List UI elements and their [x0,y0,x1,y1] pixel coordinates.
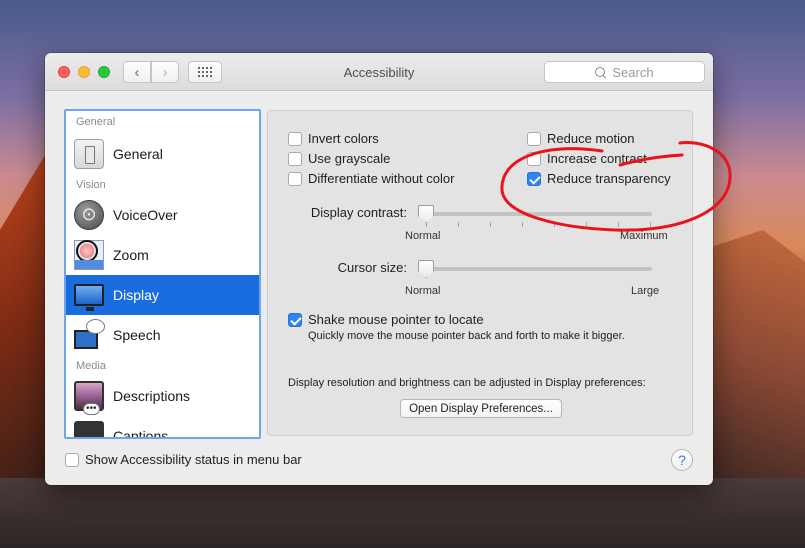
sidebar-item-zoom[interactable]: Zoom [66,235,259,275]
slider-tick [490,222,491,227]
sidebar-item-speech[interactable]: Speech [66,315,259,355]
checkbox-label: Reduce motion [547,131,635,146]
descriptions-icon [74,381,104,415]
sidebar-item-general[interactable]: General [66,134,259,174]
slider-tick [586,222,587,227]
sidebar-item-label: Zoom [113,247,149,263]
use-grayscale-checkbox[interactable]: Use grayscale [288,151,390,166]
help-icon: ? [678,452,686,468]
sidebar-item-label: Captions [113,428,169,439]
open-display-preferences-button[interactable]: Open Display Preferences... [400,399,562,418]
checkbox-label: Use grayscale [308,151,391,166]
checkbox-box[interactable] [288,151,302,166]
display-contrast-thumb[interactable] [418,205,434,223]
differentiate-without-color-checkbox[interactable]: Differentiate without color [288,171,454,186]
checkbox-box[interactable] [288,171,302,186]
checkbox-box[interactable] [527,171,541,186]
sidebar-header-vision: Vision [76,179,106,191]
checkbox-label: Invert colors [308,131,379,146]
invert-colors-checkbox[interactable]: Invert colors [288,131,379,146]
reduce-motion-checkbox[interactable]: Reduce motion [527,131,634,146]
sidebar-item-label: Descriptions [113,388,191,404]
cursor-size-label: Cursor size: [337,260,407,275]
sidebar-header-general: General [76,116,116,128]
title-bar: ‹ › Accessibility Search [45,53,713,91]
cursor-size-max-label: Large [631,285,660,297]
display-contrast-min-label: Normal [405,230,441,242]
sidebar-item-display[interactable]: Display [66,275,259,315]
slider-tick [458,222,459,227]
sidebar-header-media: Media [76,360,106,372]
search-placeholder: Search [612,64,654,80]
slider-tick [650,222,651,227]
checkbox-box[interactable] [65,452,79,467]
increase-contrast-checkbox[interactable]: Increase contrast [527,151,647,166]
cursor-size-min-label: Normal [405,285,441,297]
show-status-menu-bar-checkbox[interactable]: Show Accessibility status in menu bar [65,452,302,467]
voiceover-icon [74,200,104,230]
accessibility-window: ‹ › Accessibility Search General General… [45,53,713,485]
general-icon [74,139,104,169]
display-contrast-track[interactable] [420,212,652,216]
cursor-size-track[interactable] [420,267,652,271]
display-contrast-max-label: Maximum [620,230,668,242]
checkbox-label: Increase contrast [547,151,647,166]
captions-icon [74,421,104,437]
shake-pointer-description: Quickly move the mouse pointer back and … [308,330,625,342]
display-settings-panel: Invert colors Use grayscale Differentiat… [267,110,693,436]
checkbox-box[interactable] [288,131,302,146]
slider-tick [554,222,555,227]
checkbox-box[interactable] [288,312,302,327]
category-sidebar[interactable]: General General Vision VoiceOver Zoom Di… [64,109,261,439]
zoom-icon [74,240,104,270]
search-field[interactable]: Search [544,61,705,83]
checkbox-box[interactable] [527,151,541,166]
shake-pointer-checkbox[interactable]: Shake mouse pointer to locate [288,312,484,327]
checkbox-label: Show Accessibility status in menu bar [85,452,302,467]
display-contrast-label: Display contrast: [310,205,407,220]
checkbox-box[interactable] [527,131,541,146]
sidebar-item-voiceover[interactable]: VoiceOver [66,195,259,235]
help-button[interactable]: ? [671,449,693,471]
sidebar-item-label: General [113,146,163,162]
sidebar-item-descriptions[interactable]: Descriptions [66,376,259,416]
cursor-size-thumb[interactable] [418,260,434,278]
resolution-note: Display resolution and brightness can be… [288,377,646,389]
slider-tick [522,222,523,227]
checkbox-label: Differentiate without color [308,171,455,186]
wallpaper-foreground [0,478,805,548]
sidebar-item-label: Display [113,287,159,303]
sidebar-item-captions[interactable]: Captions [66,416,259,439]
slider-tick [618,222,619,227]
sidebar-item-label: Speech [113,327,161,343]
checkbox-label: Reduce transparency [547,171,671,186]
search-icon [595,66,606,78]
sidebar-item-label: VoiceOver [113,207,178,223]
checkbox-label: Shake mouse pointer to locate [308,312,484,327]
display-icon [74,284,104,311]
reduce-transparency-checkbox[interactable]: Reduce transparency [527,171,671,186]
speech-icon [74,319,105,350]
